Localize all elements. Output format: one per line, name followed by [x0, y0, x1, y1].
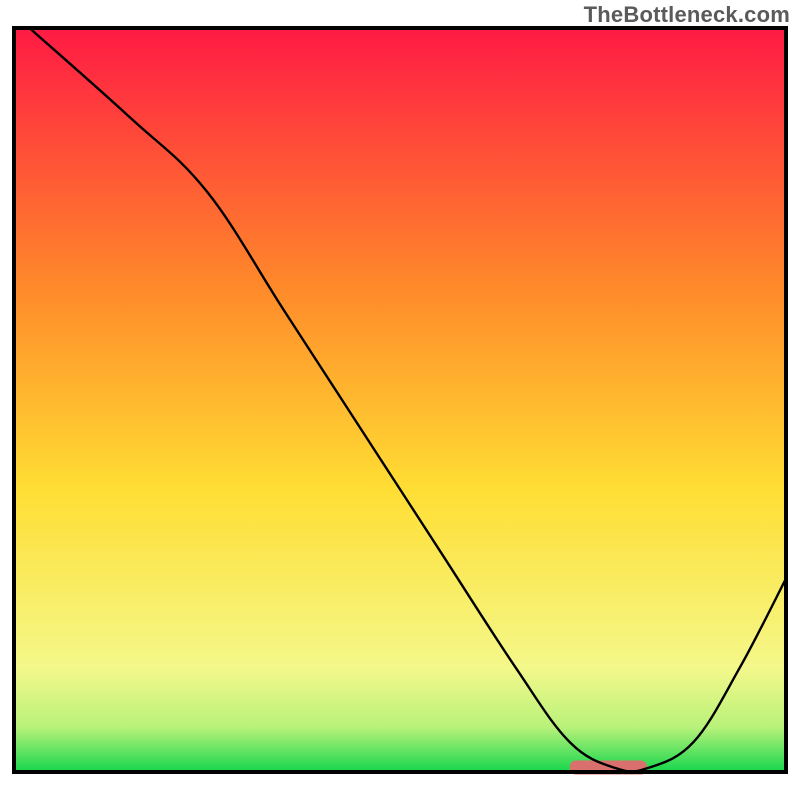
plot-background	[14, 28, 786, 772]
bottleneck-chart	[0, 0, 800, 800]
watermark-text: TheBottleneck.com	[584, 2, 790, 28]
chart-container: TheBottleneck.com	[0, 0, 800, 800]
